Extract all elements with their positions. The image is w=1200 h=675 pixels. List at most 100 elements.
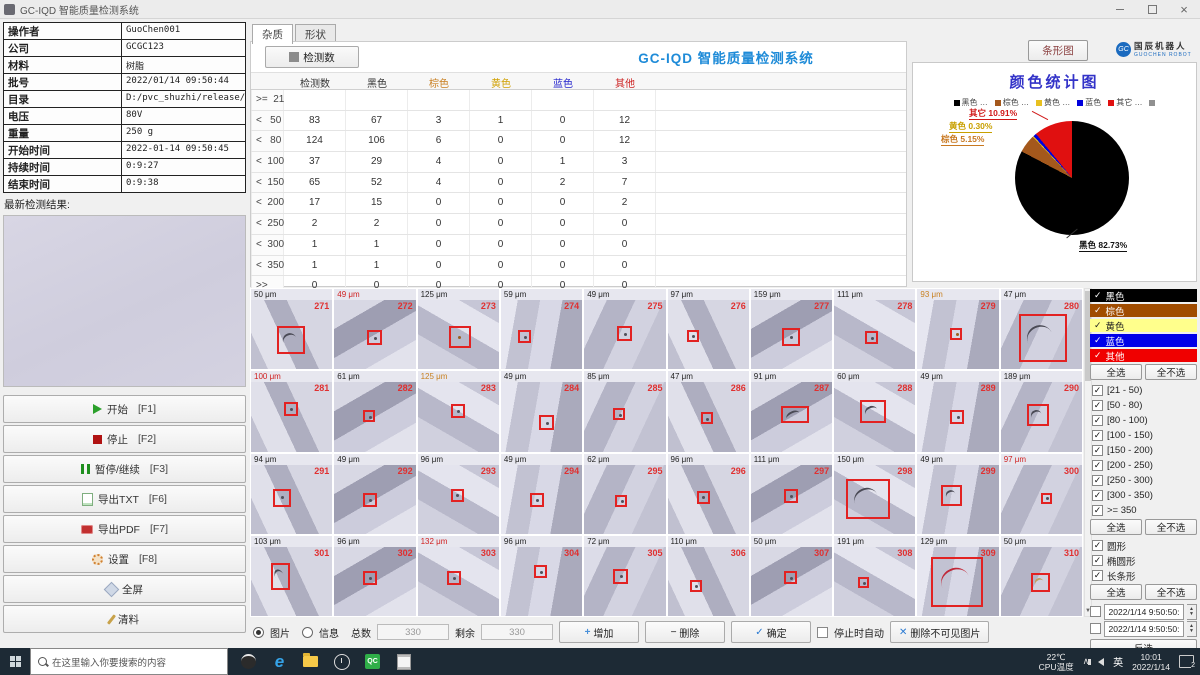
grid-tile[interactable]: 150 μm298 — [834, 454, 915, 534]
select-all-button[interactable]: 全选 — [1090, 519, 1142, 535]
grid-tile[interactable]: 189 μm290 — [1001, 371, 1082, 451]
grid-tile[interactable]: 59 μm274 — [501, 289, 582, 369]
grid-tile[interactable]: 50 μm310 — [1001, 536, 1082, 616]
radio-image[interactable] — [253, 627, 264, 638]
select-none-button[interactable]: 全不选 — [1145, 519, 1197, 535]
size-range-row[interactable]: ✓[200 - 250) — [1090, 458, 1197, 473]
select-none-button[interactable]: 全不选 — [1145, 364, 1197, 380]
radio-info[interactable] — [302, 627, 313, 638]
grid-tile[interactable]: 97 μm300 — [1001, 454, 1082, 534]
browser-app-icon[interactable] — [240, 653, 257, 670]
range-checkbox[interactable]: ✓ — [1092, 505, 1103, 516]
grid-tile[interactable]: 49 μm275 — [584, 289, 665, 369]
grid-tile[interactable]: 49 μm289 — [917, 371, 998, 451]
shape-filter-row[interactable]: ✓椭圆形 — [1090, 553, 1197, 568]
grid-tile[interactable]: 100 μm281 — [251, 371, 332, 451]
close-icon[interactable] — [1168, 0, 1200, 18]
shape-checkbox[interactable]: ✓ — [1092, 540, 1103, 551]
range-checkbox[interactable]: ✓ — [1092, 415, 1103, 426]
grid-tile[interactable]: 96 μm293 — [418, 454, 499, 534]
clear-material-button[interactable]: 清料 — [3, 605, 246, 633]
grid-tile[interactable]: 49 μm272 — [334, 289, 415, 369]
size-range-row[interactable]: ✓[80 - 100) — [1090, 413, 1197, 428]
select-all-button[interactable]: 全选 — [1090, 584, 1142, 600]
tab-impurity[interactable]: 杂质 — [252, 24, 293, 44]
grid-tile[interactable]: 125 μm273 — [418, 289, 499, 369]
clock-app-icon[interactable] — [333, 653, 350, 670]
grid-tile[interactable]: 47 μm286 — [668, 371, 749, 451]
shape-checkbox[interactable]: ✓ — [1092, 570, 1103, 581]
grid-tile[interactable]: 49 μm294 — [501, 454, 582, 534]
explorer-app-icon[interactable] — [302, 653, 319, 670]
date-checkbox[interactable] — [1090, 606, 1101, 617]
range-checkbox[interactable]: ✓ — [1092, 400, 1103, 411]
stop-button[interactable]: 停止[F2] — [3, 425, 246, 453]
grid-tile[interactable]: 85 μm285 — [584, 371, 665, 451]
grid-tile[interactable]: 110 μm306 — [668, 536, 749, 616]
notepad-app-icon[interactable] — [395, 653, 412, 670]
taskbar-search-input[interactable]: 在这里输入你要搜索的内容 — [30, 648, 228, 675]
size-range-row[interactable]: ✓[100 - 150) — [1090, 428, 1197, 443]
grid-tile[interactable]: 132 μm303 — [418, 536, 499, 616]
size-range-row[interactable]: ✓[21 - 50) — [1090, 383, 1197, 398]
maximize-icon[interactable] — [1136, 0, 1168, 18]
grid-tile[interactable]: 191 μm308 — [834, 536, 915, 616]
grid-tile[interactable]: 50 μm307 — [751, 536, 832, 616]
grid-tile[interactable]: 60 μm288 — [834, 371, 915, 451]
grid-tile[interactable]: 62 μm295 — [584, 454, 665, 534]
grid-tile[interactable]: 49 μm292 — [334, 454, 415, 534]
grid-tile[interactable]: 47 μm280 — [1001, 289, 1082, 369]
color-filter-row[interactable]: ✓黑色 — [1090, 289, 1197, 302]
start-button[interactable]: 开始[F1] — [3, 395, 246, 423]
grid-tile[interactable]: 103 μm301 — [251, 536, 332, 616]
select-none-button[interactable]: 全不选 — [1145, 584, 1197, 600]
range-checkbox[interactable]: ✓ — [1092, 430, 1103, 441]
range-checkbox[interactable]: ✓ — [1092, 445, 1103, 456]
grid-tile[interactable]: 49 μm299 — [917, 454, 998, 534]
color-filter-row[interactable]: ✓蓝色 — [1090, 334, 1197, 347]
grid-tile[interactable]: 50 μm271 — [251, 289, 332, 369]
volume-icon[interactable] — [1098, 658, 1104, 666]
settings-button[interactable]: 设置[F8] — [3, 545, 246, 573]
grid-tile[interactable]: 111 μm278 — [834, 289, 915, 369]
shape-filter-row[interactable]: ✓圆形 — [1090, 538, 1197, 553]
grid-tile[interactable]: 96 μm296 — [668, 454, 749, 534]
qc-app-icon[interactable]: QC — [364, 653, 381, 670]
export-txt-button[interactable]: 导出TXT[F6] — [3, 485, 246, 513]
minimize-icon[interactable] — [1104, 0, 1136, 18]
grid-tile[interactable]: 97 μm276 — [668, 289, 749, 369]
delete-button[interactable]: −删除 — [645, 621, 725, 643]
shape-checkbox[interactable]: ✓ — [1092, 555, 1103, 566]
size-range-row[interactable]: ✓[300 - 350) — [1090, 488, 1197, 503]
select-all-button[interactable]: 全选 — [1090, 364, 1142, 380]
bar-chart-button[interactable]: 条形图 — [1028, 40, 1088, 61]
range-checkbox[interactable]: ✓ — [1092, 490, 1103, 501]
ime-indicator[interactable]: 英 — [1113, 654, 1123, 669]
grid-tile[interactable]: 94 μm291 — [251, 454, 332, 534]
grid-tile[interactable]: 96 μm304 — [501, 536, 582, 616]
spinner-arrows-icon[interactable]: ▲▼ — [1187, 604, 1197, 620]
edge-app-icon[interactable]: e — [271, 653, 288, 670]
fullscreen-button[interactable]: 全屏 — [3, 575, 246, 603]
range-checkbox[interactable]: ✓ — [1092, 460, 1103, 471]
start-button[interactable] — [0, 648, 30, 675]
color-filter-row[interactable]: ✓黄色 — [1090, 319, 1197, 332]
add-button[interactable]: +增加 — [559, 621, 639, 643]
grid-tile[interactable]: 91 μm287 — [751, 371, 832, 451]
grid-tile[interactable]: 125 μm283 — [418, 371, 499, 451]
remaining-input[interactable]: 330 — [481, 624, 553, 640]
shape-filter-row[interactable]: ✓长条形 — [1090, 568, 1197, 583]
detect-count-button[interactable]: 检测数 — [265, 46, 359, 68]
grid-tile[interactable]: 72 μm305 — [584, 536, 665, 616]
total-input[interactable]: 330 — [377, 624, 449, 640]
clock-display[interactable]: 10:012022/1/14 — [1132, 652, 1170, 672]
color-filter-row[interactable]: ✓棕色 — [1090, 304, 1197, 317]
auto-on-stop-checkbox[interactable] — [817, 627, 828, 638]
size-range-row[interactable]: ✓[150 - 200) — [1090, 443, 1197, 458]
export-pdf-button[interactable]: 导出PDF[F7] — [3, 515, 246, 543]
grid-tile[interactable]: 93 μm279 — [917, 289, 998, 369]
spinner-arrows-icon[interactable]: ▲▼ — [1187, 621, 1197, 637]
notification-icon[interactable]: 2 — [1179, 655, 1194, 668]
delete-invisible-button[interactable]: ✕删除不可见图片 — [890, 621, 989, 643]
grid-tile[interactable]: 129 μm309 — [917, 536, 998, 616]
